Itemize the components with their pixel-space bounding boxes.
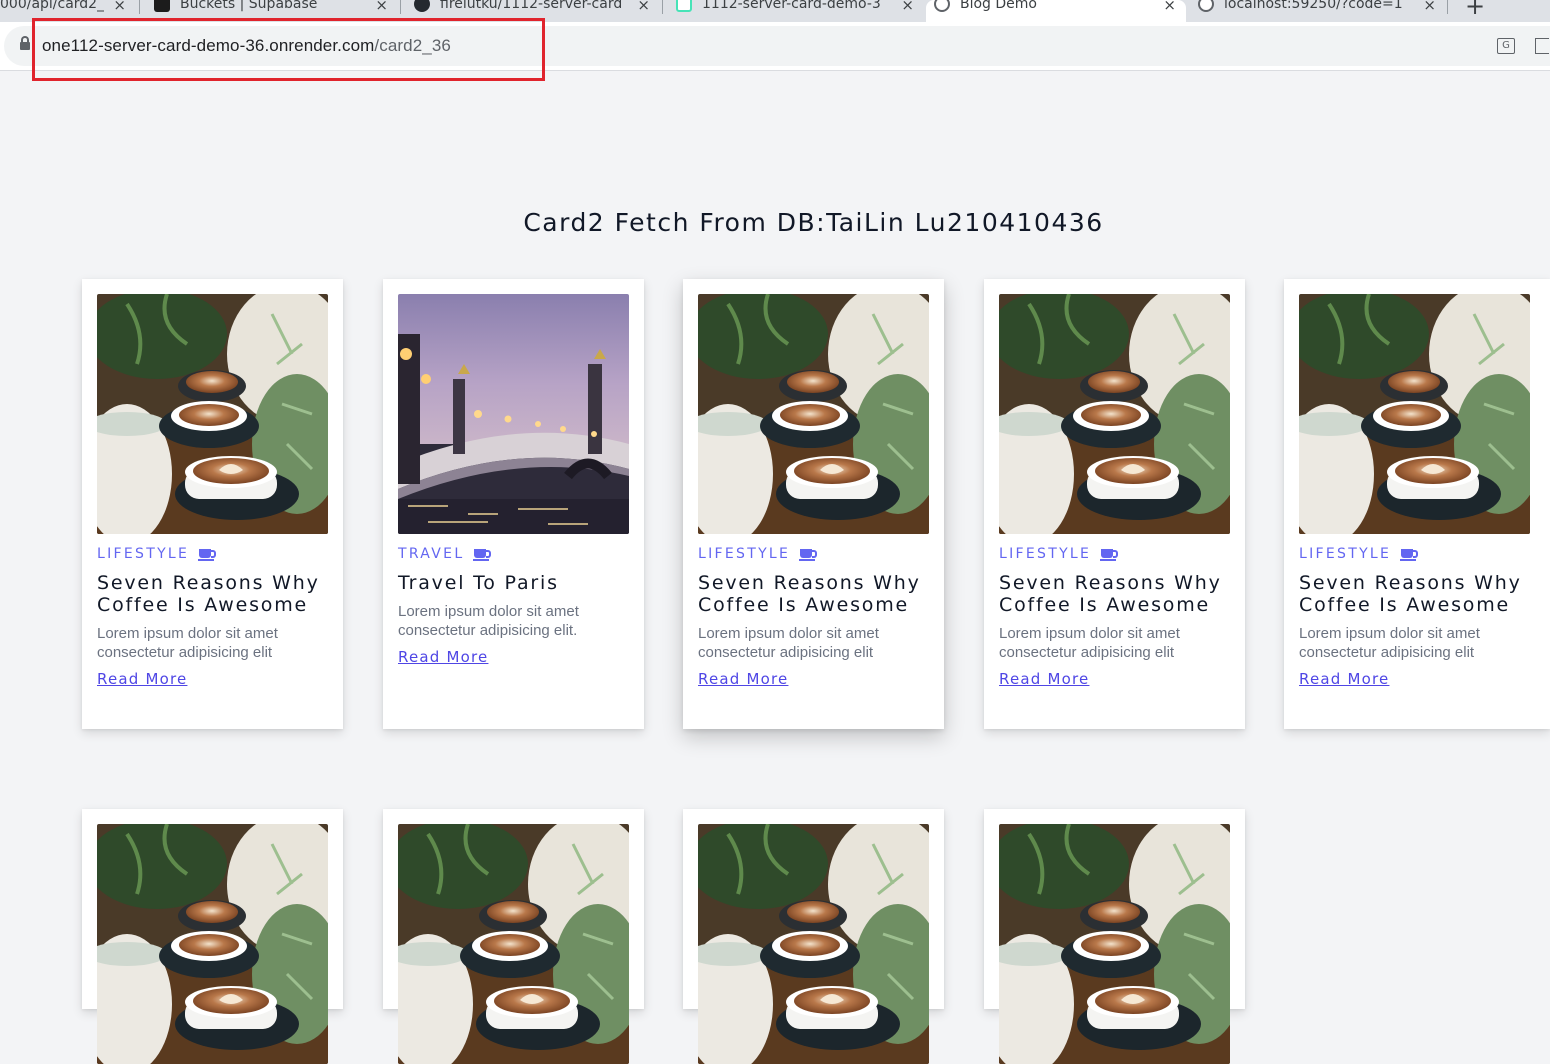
card-image[interactable] xyxy=(97,294,328,534)
category-label: LIFESTYLE xyxy=(1299,546,1392,562)
supabase-icon xyxy=(154,0,170,12)
close-icon[interactable]: × xyxy=(1163,0,1176,14)
blog-card: TRAVEL Travel To Paris Lorem ipsum dolor… xyxy=(383,279,644,729)
lock-icon[interactable] xyxy=(20,36,30,50)
blog-card: LIFESTYLE Seven Reasons Why Coffee Is Aw… xyxy=(984,279,1245,729)
tab-title: 000/api/card2_ xyxy=(0,0,105,12)
card-image[interactable] xyxy=(398,294,629,534)
blog-card: LIFESTYLE Seven Reasons Why Coffee Is Aw… xyxy=(82,279,343,729)
card-text: Lorem ipsum dolor sit amet consectetur a… xyxy=(97,625,278,661)
new-tab-icon[interactable]: + xyxy=(1465,0,1485,20)
card-category: LIFESTYLE xyxy=(97,546,328,562)
browser-tab[interactable]: 1112-server-card-demo-3 × xyxy=(668,0,924,22)
card-title: Seven Reasons Why Coffee Is Awesome xyxy=(1299,572,1522,616)
category-label: LIFESTYLE xyxy=(97,546,190,562)
card-image[interactable] xyxy=(698,294,929,534)
tab-title: Blog Demo xyxy=(960,0,1037,12)
category-label: LIFESTYLE xyxy=(999,546,1092,562)
tab-title: 1112-server-card-demo-3 xyxy=(702,0,881,12)
close-icon[interactable]: × xyxy=(113,0,126,14)
category-label: TRAVEL xyxy=(398,546,465,562)
card-category: LIFESTYLE xyxy=(698,546,929,562)
coffee-cup-icon xyxy=(1100,548,1119,561)
card-text: Lorem ipsum dolor sit amet consectetur a… xyxy=(398,603,579,639)
blog-card xyxy=(383,809,644,1064)
read-more-link[interactable]: Read More xyxy=(999,670,1089,688)
url-highlight-annotation xyxy=(32,18,545,81)
tab-separator xyxy=(1447,0,1448,14)
close-icon[interactable]: × xyxy=(901,0,914,14)
card-image[interactable] xyxy=(1299,294,1530,534)
card-image[interactable] xyxy=(999,294,1230,534)
card-title: Seven Reasons Why Coffee Is Awesome xyxy=(97,572,320,616)
tab-title: Buckets | Supabase xyxy=(180,0,318,12)
card-image[interactable] xyxy=(698,824,929,1064)
coffee-cup-icon xyxy=(473,548,492,561)
card-title: Seven Reasons Why Coffee Is Awesome xyxy=(698,572,921,616)
globe-icon xyxy=(1198,0,1214,12)
page-title: Card2 Fetch From DB:TaiLin Lu210410436 xyxy=(523,208,1104,237)
card-image[interactable] xyxy=(999,824,1230,1064)
coffee-cup-icon xyxy=(198,548,217,561)
card-category: LIFESTYLE xyxy=(999,546,1230,562)
close-icon[interactable]: × xyxy=(1423,0,1436,14)
blog-card xyxy=(984,809,1245,1064)
card-text: Lorem ipsum dolor sit amet consectetur a… xyxy=(1299,625,1480,661)
blog-card: LIFESTYLE Seven Reasons Why Coffee Is Aw… xyxy=(683,279,944,729)
read-more-link[interactable]: Read More xyxy=(1299,670,1389,688)
card-image[interactable] xyxy=(97,824,328,1064)
coffee-cup-icon xyxy=(1400,548,1419,561)
render-icon xyxy=(676,0,692,12)
browser-tab[interactable]: localhost:59250/?code=1 × xyxy=(1190,0,1446,22)
card-text: Lorem ipsum dolor sit amet consectetur a… xyxy=(999,625,1180,661)
blog-card xyxy=(683,809,944,1064)
translate-icon[interactable]: G xyxy=(1497,38,1515,54)
tab-separator xyxy=(139,0,140,14)
tab-title: localhost:59250/?code=1 xyxy=(1224,0,1403,12)
browser-tab-active[interactable]: Blog Demo × xyxy=(926,0,1186,22)
card-category: TRAVEL xyxy=(398,546,629,562)
read-more-link[interactable]: Read More xyxy=(97,670,187,688)
card-image[interactable] xyxy=(398,824,629,1064)
close-icon[interactable]: × xyxy=(637,0,650,14)
tab-title: firelutku/1112-server-card xyxy=(440,0,623,12)
read-more-link[interactable]: Read More xyxy=(398,648,488,666)
tab-separator xyxy=(662,0,663,14)
share-icon[interactable] xyxy=(1535,38,1549,54)
globe-icon xyxy=(934,0,950,12)
blog-card xyxy=(82,809,343,1064)
category-label: LIFESTYLE xyxy=(698,546,791,562)
card-title: Seven Reasons Why Coffee Is Awesome xyxy=(999,572,1222,616)
tab-separator xyxy=(400,0,401,14)
blog-card: LIFESTYLE Seven Reasons Why Coffee Is Aw… xyxy=(1284,279,1550,729)
coffee-cup-icon xyxy=(799,548,818,561)
github-icon xyxy=(414,0,430,12)
close-icon[interactable]: × xyxy=(375,0,388,14)
card-title: Travel To Paris xyxy=(398,572,559,594)
read-more-link[interactable]: Read More xyxy=(698,670,788,688)
card-category: LIFESTYLE xyxy=(1299,546,1535,562)
card-text: Lorem ipsum dolor sit amet consectetur a… xyxy=(698,625,879,661)
